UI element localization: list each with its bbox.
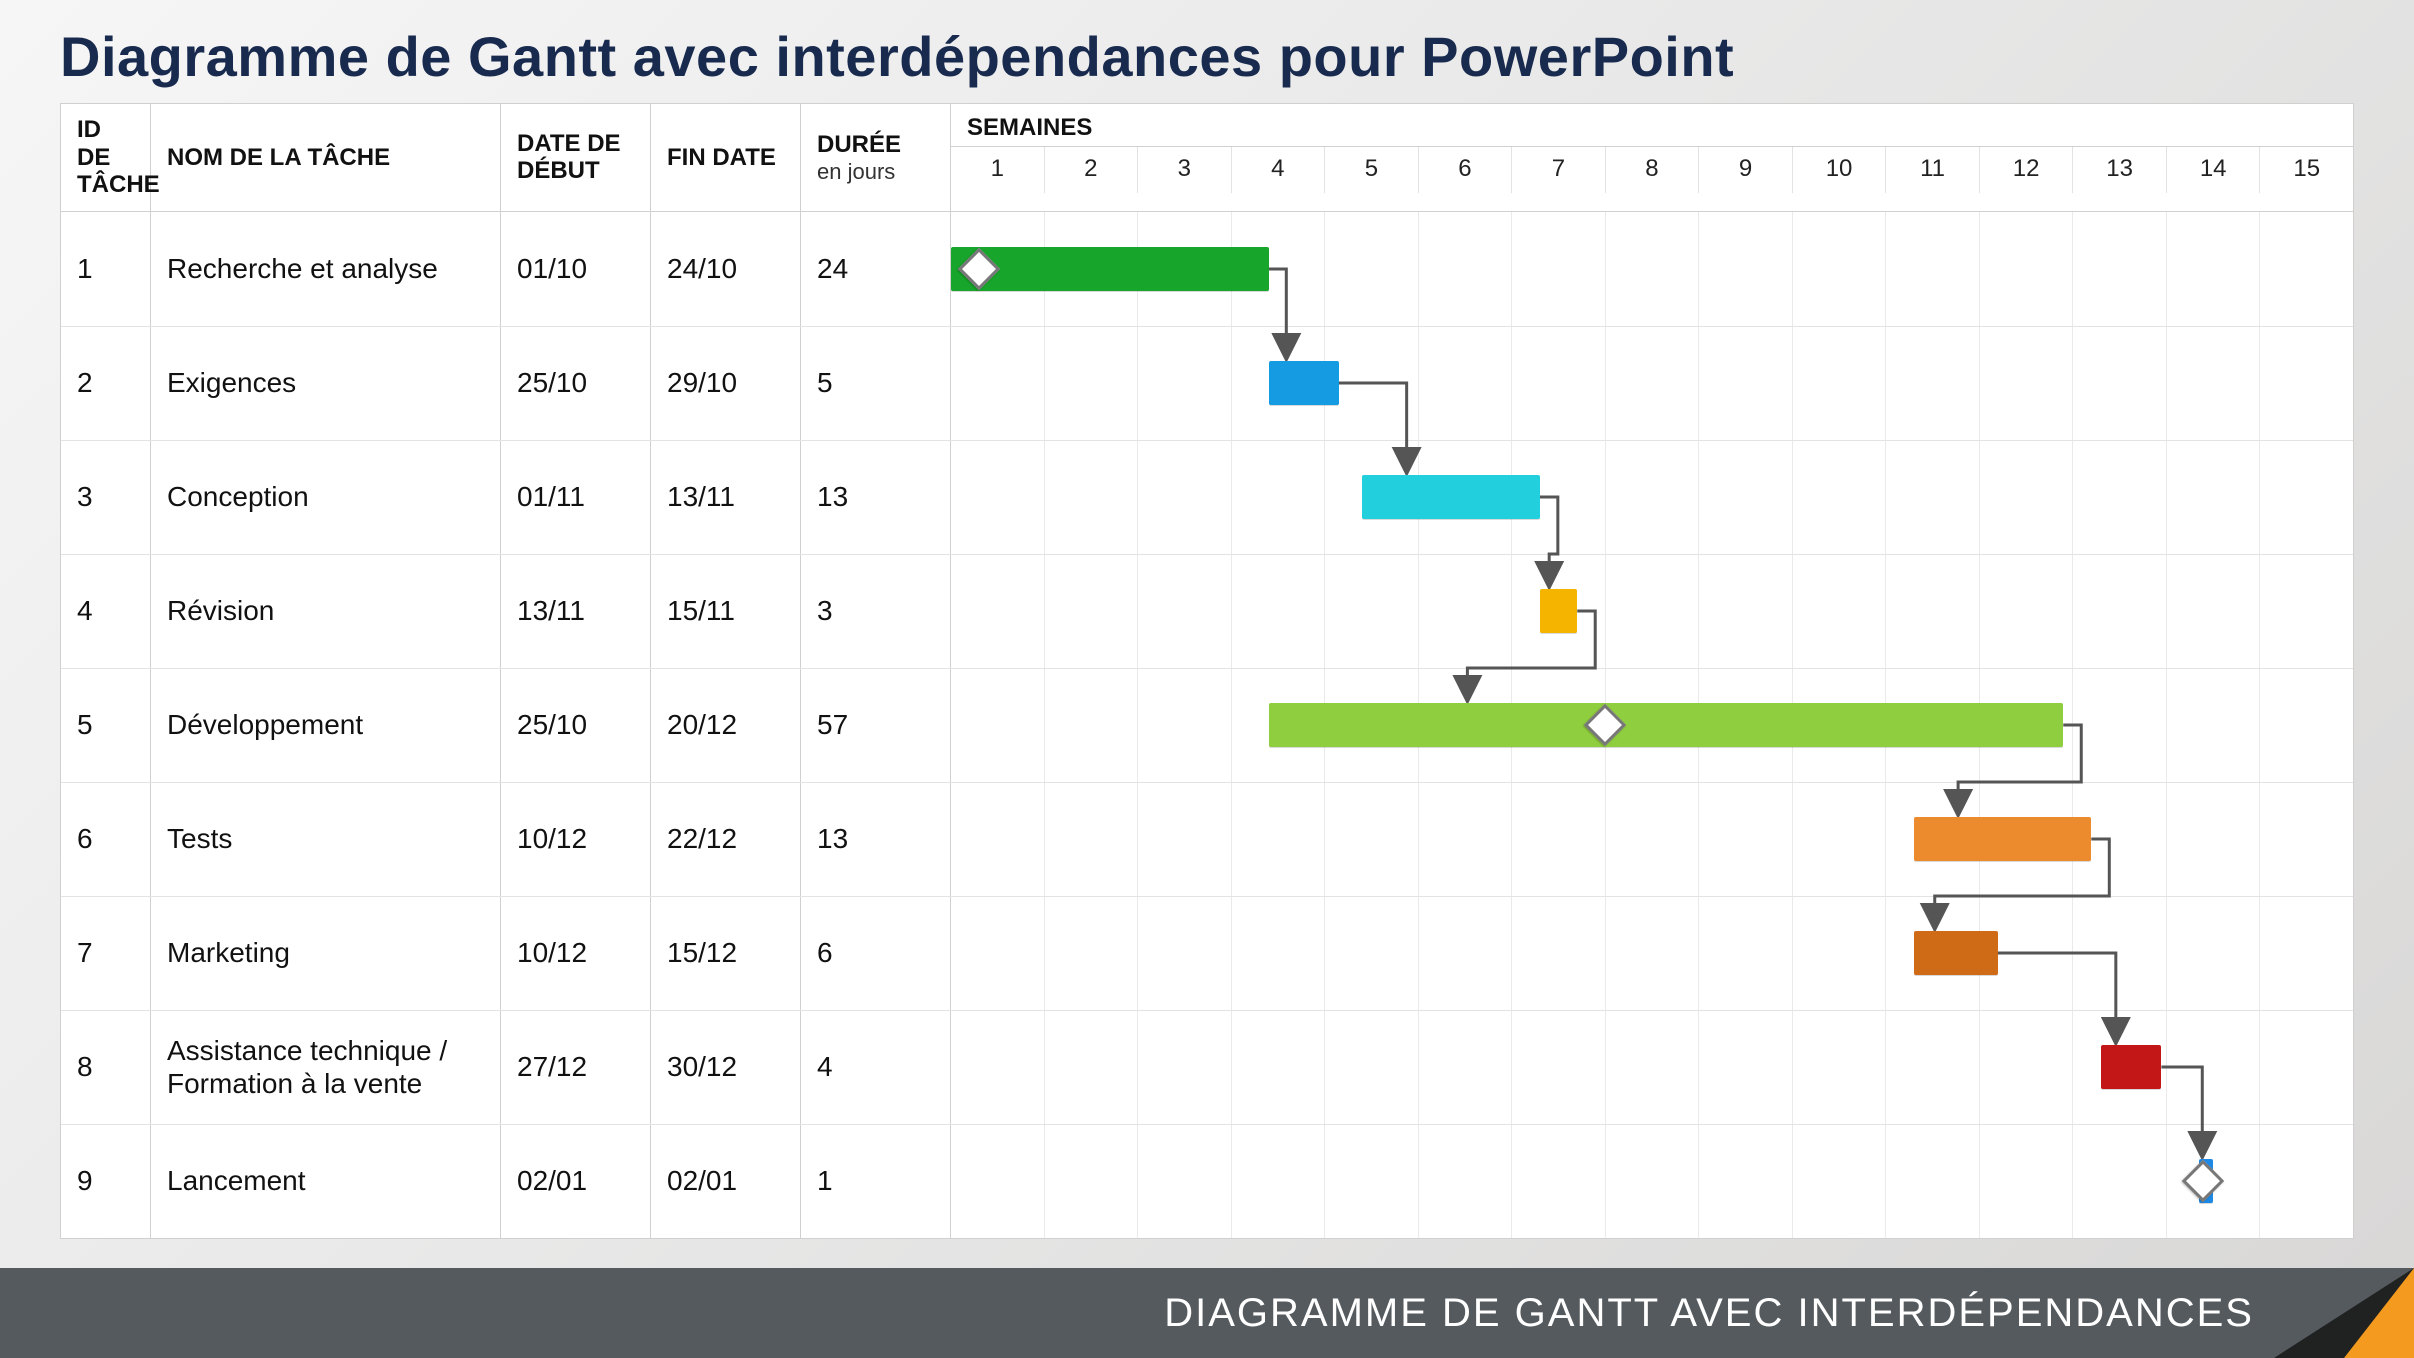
cell-name: Conception	[151, 441, 501, 554]
cell-name: Tests	[151, 783, 501, 896]
cell-name: Développement	[151, 669, 501, 782]
col-header-name: NOM DE LA TÂCHE	[151, 104, 501, 211]
week-header-cell: 5	[1324, 147, 1418, 193]
cell-start: 25/10	[501, 327, 651, 440]
gantt-bar	[1914, 817, 2092, 861]
week-header-cell: 9	[1698, 147, 1792, 193]
dependency-arrow	[2161, 1067, 2202, 1155]
gantt-bar	[1269, 703, 2063, 747]
week-header-cell: 13	[2072, 147, 2166, 193]
dependency-arrow	[1540, 497, 1558, 585]
cell-end: 13/11	[651, 441, 801, 554]
cell-end: 15/12	[651, 897, 801, 1010]
cell-dur: 5	[801, 327, 951, 440]
cell-name: Assistance technique / Formation à la ve…	[151, 1011, 501, 1124]
col-header-dur: DURÉE en jours	[801, 104, 951, 211]
gantt-bar	[1540, 589, 1577, 633]
col-header-end: FIN DATE	[651, 104, 801, 211]
col-header-id: ID DE TÂCHE	[61, 104, 151, 211]
week-header-cell: 14	[2166, 147, 2260, 193]
cell-id: 5	[61, 669, 151, 782]
cell-id: 4	[61, 555, 151, 668]
cell-dur: 4	[801, 1011, 951, 1124]
col-header-weeks: SEMAINES 123456789101112131415	[951, 104, 2353, 211]
dependency-arrow	[1998, 953, 2116, 1041]
week-header-cell: 7	[1511, 147, 1605, 193]
gantt-bar	[2101, 1045, 2162, 1089]
cell-start: 01/10	[501, 212, 651, 326]
cell-id: 9	[61, 1125, 151, 1238]
cell-start: 01/11	[501, 441, 651, 554]
week-header-cell: 1	[951, 147, 1044, 193]
cell-start: 25/10	[501, 669, 651, 782]
page-title: Diagramme de Gantt avec interdépendances…	[60, 24, 2354, 89]
gantt-overlay	[951, 212, 2353, 1238]
cell-name: Marketing	[151, 897, 501, 1010]
table-header-row: ID DE TÂCHE NOM DE LA TÂCHE DATE DE DÉBU…	[61, 104, 2353, 212]
cell-dur: 24	[801, 212, 951, 326]
cell-id: 1	[61, 212, 151, 326]
cell-dur: 1	[801, 1125, 951, 1238]
gantt-table: ID DE TÂCHE NOM DE LA TÂCHE DATE DE DÉBU…	[60, 103, 2354, 1239]
cell-name: Lancement	[151, 1125, 501, 1238]
gantt-bar	[1269, 361, 1339, 405]
cell-end: 29/10	[651, 327, 801, 440]
footer-text: DIAGRAMME DE GANTT AVEC INTERDÉPENDANCES	[1164, 1291, 2254, 1336]
cell-start: 10/12	[501, 897, 651, 1010]
cell-dur: 13	[801, 441, 951, 554]
week-header-cell: 4	[1231, 147, 1325, 193]
cell-id: 3	[61, 441, 151, 554]
cell-name: Recherche et analyse	[151, 212, 501, 326]
cell-start: 27/12	[501, 1011, 651, 1124]
cell-end: 15/11	[651, 555, 801, 668]
cell-start: 13/11	[501, 555, 651, 668]
week-header-cell: 15	[2259, 147, 2353, 193]
cell-id: 6	[61, 783, 151, 896]
cell-end: 02/01	[651, 1125, 801, 1238]
week-header-cell: 6	[1418, 147, 1512, 193]
cell-dur: 57	[801, 669, 951, 782]
cell-id: 8	[61, 1011, 151, 1124]
cell-id: 7	[61, 897, 151, 1010]
dependency-arrow	[1339, 383, 1407, 471]
cell-end: 30/12	[651, 1011, 801, 1124]
cell-name: Révision	[151, 555, 501, 668]
week-header-cell: 12	[1979, 147, 2073, 193]
footer-bar: DIAGRAMME DE GANTT AVEC INTERDÉPENDANCES	[0, 1268, 2414, 1358]
cell-end: 24/10	[651, 212, 801, 326]
gantt-bar	[1362, 475, 1540, 519]
cell-start: 02/01	[501, 1125, 651, 1238]
cell-dur: 6	[801, 897, 951, 1010]
week-header-cell: 8	[1605, 147, 1699, 193]
cell-dur: 3	[801, 555, 951, 668]
cell-end: 20/12	[651, 669, 801, 782]
week-header-cell: 2	[1044, 147, 1138, 193]
dependency-arrow	[1269, 269, 1287, 357]
cell-end: 22/12	[651, 783, 801, 896]
week-header-cell: 11	[1885, 147, 1979, 193]
footer-accent-orange	[2344, 1268, 2414, 1358]
cell-name: Exigences	[151, 327, 501, 440]
week-header-cell: 3	[1137, 147, 1231, 193]
gantt-bar	[1914, 931, 1998, 975]
cell-dur: 13	[801, 783, 951, 896]
week-header-cell: 10	[1792, 147, 1886, 193]
cell-start: 10/12	[501, 783, 651, 896]
cell-id: 2	[61, 327, 151, 440]
col-header-start: DATE DE DÉBUT	[501, 104, 651, 211]
